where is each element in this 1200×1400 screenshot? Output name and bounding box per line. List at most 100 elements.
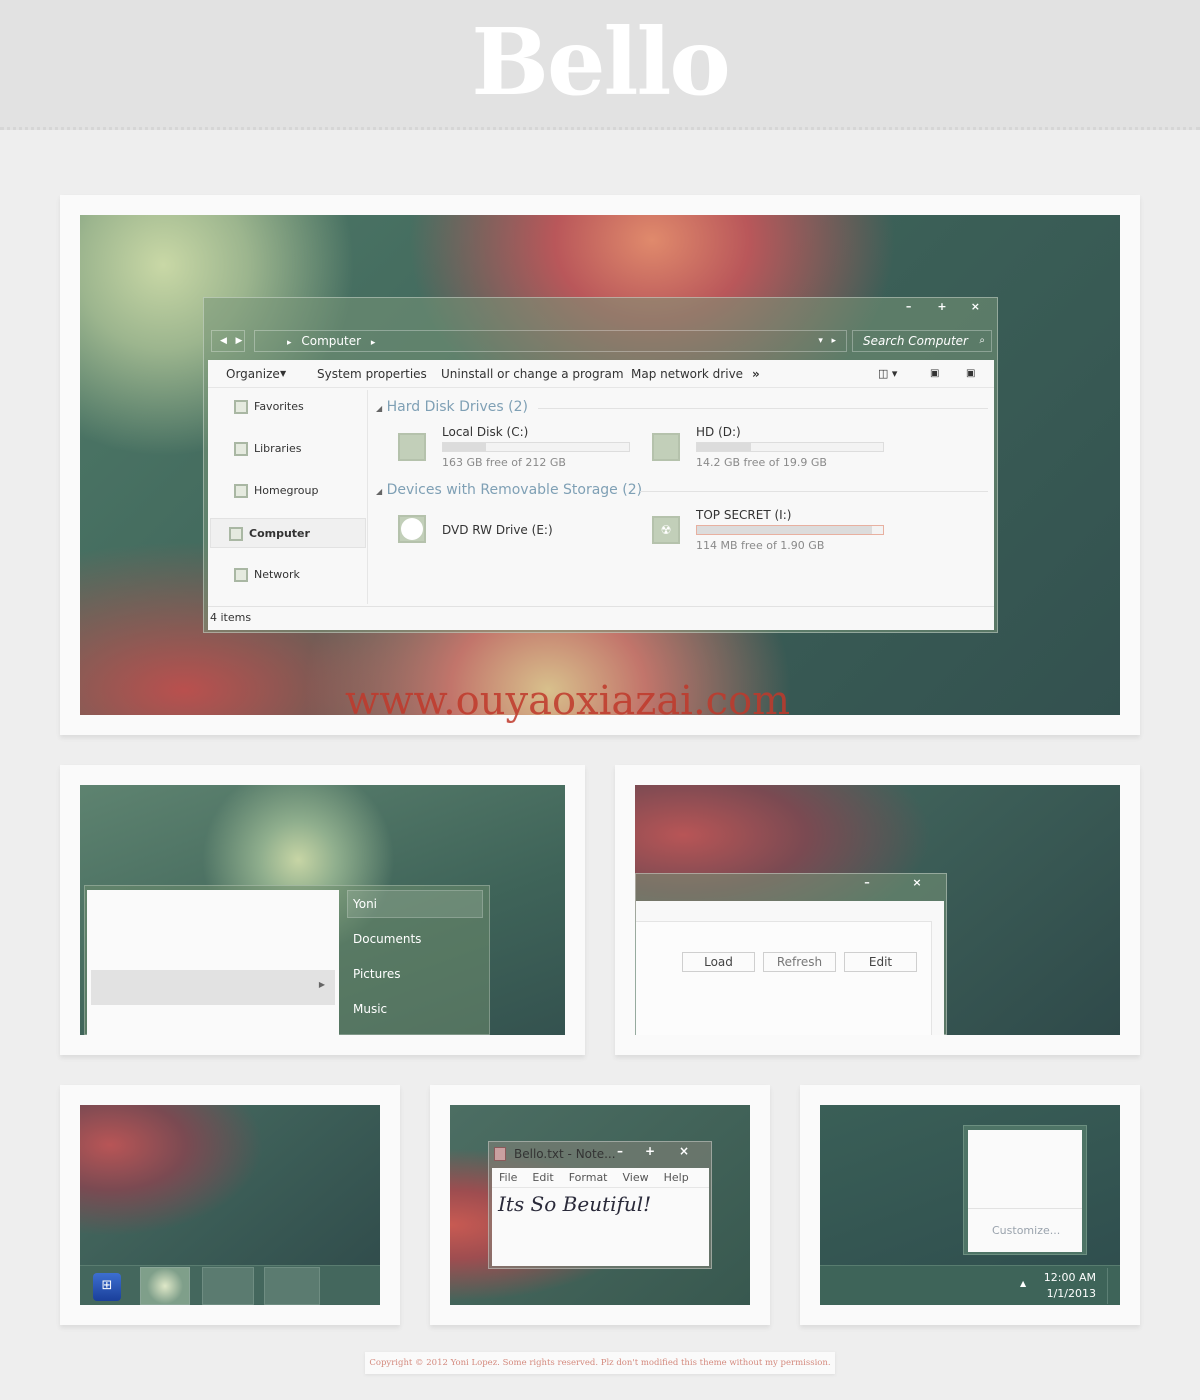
group-header-removable[interactable]: ◢ Devices with Removable Storage (2) <box>376 482 642 498</box>
load-button[interactable]: Load <box>682 952 755 972</box>
menu-bar: File Edit Format View Help <box>492 1168 709 1188</box>
search-icon: ⌕ <box>979 335 985 346</box>
start-item-documents[interactable]: Documents <box>353 932 421 946</box>
window-title: Bello.txt - Note... <box>514 1147 616 1161</box>
clock-date: 1/1/2013 <box>1046 1287 1096 1300</box>
more-commands-button[interactable]: » <box>752 360 760 388</box>
chevron-right-icon: ▸ <box>287 338 292 348</box>
close-button[interactable]: × <box>679 1144 689 1158</box>
nav-network[interactable]: Network <box>216 560 366 590</box>
drive-d[interactable]: HD (D:) 14.2 GB free of 19.9 GB <box>652 425 892 473</box>
all-programs-item[interactable]: ▶ <box>91 970 335 1005</box>
wallpaper: ⊞ <box>80 1105 380 1305</box>
computer-icon <box>229 527 243 541</box>
refresh-button[interactable]: Refresh <box>763 952 836 972</box>
customize-link[interactable]: Customize... <box>992 1224 1060 1237</box>
radioactive-icon: ☢ <box>652 516 680 544</box>
start-menu: ▶ Yoni Documents Pictures Music <box>84 885 490 1035</box>
menu-file[interactable]: File <box>499 1171 517 1184</box>
show-desktop-divider[interactable] <box>1107 1268 1108 1304</box>
minimize-button[interactable]: – <box>892 300 925 316</box>
menu-edit[interactable]: Edit <box>532 1171 553 1184</box>
navigation-pane: Favorites Libraries Homegroup Computer N… <box>208 390 368 604</box>
library-icon <box>234 442 248 456</box>
start-menu-programs: ▶ <box>87 890 339 1035</box>
hard-disk-icon <box>652 433 680 461</box>
edit-button[interactable]: Edit <box>844 952 917 972</box>
notification-overflow-popup: Customize... <box>963 1125 1087 1255</box>
menu-help[interactable]: Help <box>664 1171 689 1184</box>
back-forward-buttons[interactable]: ◀ ▶ <box>211 330 245 352</box>
breadcrumb-computer[interactable]: Computer <box>301 334 361 348</box>
nav-label: Favorites <box>254 400 304 413</box>
menu-view[interactable]: View <box>623 1171 649 1184</box>
notepad-window: Bello.txt - Note... – + × File Edit Form… <box>488 1141 712 1269</box>
explorer-body: Organize ▼ System properties Uninstall or… <box>208 360 994 630</box>
preview-pane-icon[interactable]: ▣ <box>930 360 939 388</box>
drive-e[interactable]: DVD RW Drive (E:) <box>398 510 628 550</box>
map-network-drive-button[interactable]: Map network drive <box>631 360 743 388</box>
chevron-right-icon: ▶ <box>318 980 325 989</box>
maximize-button[interactable]: + <box>645 1144 655 1158</box>
start-item-music[interactable]: Music <box>353 1002 387 1016</box>
taskbar: ▲ 12:00 AM 1/1/2013 <box>820 1265 1120 1305</box>
drive-usage-bar <box>696 525 884 535</box>
wallpaper: – × Load Refresh Edit <box>635 785 1120 1035</box>
group-header-hard-disks[interactable]: ◢ Hard Disk Drives (2) <box>376 399 528 415</box>
drive-usage-bar <box>696 442 884 452</box>
drive-info: 114 MB free of 1.90 GB <box>696 539 825 552</box>
drive-i[interactable]: ☢ TOP SECRET (I:) 114 MB free of 1.90 GB <box>652 508 892 556</box>
help-icon[interactable]: ▣ <box>966 360 975 388</box>
show-hidden-icons-arrow[interactable]: ▲ <box>1020 1279 1026 1288</box>
nav-libraries[interactable]: Libraries <box>216 434 366 464</box>
system-properties-button[interactable]: System properties <box>317 360 427 388</box>
close-button[interactable]: × <box>959 300 992 316</box>
drive-c[interactable]: Local Disk (C:) 163 GB free of 212 GB <box>398 425 630 473</box>
clock-time: 12:00 AM <box>1043 1271 1096 1284</box>
close-button[interactable]: × <box>892 876 942 892</box>
chevron-down-icon: ▼ <box>280 369 287 378</box>
start-button-windows-icon[interactable]: ⊞ <box>93 1273 121 1301</box>
network-icon <box>234 568 248 582</box>
copyright: Copyright © 2012 Yoni Lopez. Some rights… <box>365 1352 835 1374</box>
uninstall-button[interactable]: Uninstall or change a program <box>441 360 624 388</box>
nav-favorites[interactable]: Favorites <box>216 392 366 422</box>
menu-format[interactable]: Format <box>569 1171 608 1184</box>
wallpaper: Bello.txt - Note... – + × File Edit Form… <box>450 1105 750 1305</box>
maximize-button[interactable]: + <box>925 300 958 316</box>
minimize-button[interactable]: – <box>617 1144 623 1158</box>
nav-label: Computer <box>249 527 310 540</box>
dialog-body: Load Refresh Edit <box>636 901 944 1035</box>
taskbar-button[interactable] <box>264 1267 320 1305</box>
group-title: Devices with Removable Storage (2) <box>386 482 643 498</box>
nav-computer[interactable]: Computer <box>210 518 366 548</box>
drive-name: HD (D:) <box>696 425 741 439</box>
command-bar: Organize ▼ System properties Uninstall or… <box>208 360 994 388</box>
drive-info: 163 GB free of 212 GB <box>442 456 566 469</box>
view-options-icon[interactable]: ◫ ▾ <box>878 360 897 388</box>
start-item-user[interactable]: Yoni <box>353 897 377 911</box>
dialog-window: – × Load Refresh Edit <box>635 873 947 1035</box>
nav-label: Libraries <box>254 442 302 455</box>
address-dropdown-icon[interactable]: ▾ ▸ <box>818 331 836 351</box>
group-title: Hard Disk Drives (2) <box>386 399 528 415</box>
start-item-pictures[interactable]: Pictures <box>353 967 401 981</box>
nav-homegroup[interactable]: Homegroup <box>216 476 366 506</box>
wallpaper: Customize... ▲ 12:00 AM 1/1/2013 <box>820 1105 1120 1305</box>
star-icon <box>234 400 248 414</box>
clock[interactable]: 12:00 AM 1/1/2013 <box>1040 1270 1096 1302</box>
drive-name: Local Disk (C:) <box>442 425 529 439</box>
notepad-icon <box>494 1147 506 1161</box>
watermark: www.ouyaoxiazai.com <box>345 678 791 724</box>
search-placeholder: Search Computer <box>863 334 968 348</box>
taskbar-button-active[interactable] <box>140 1267 190 1305</box>
text-area[interactable]: Its So Beutiful! <box>492 1188 709 1220</box>
drive-name: TOP SECRET (I:) <box>696 508 792 522</box>
minimize-button[interactable]: – <box>842 876 892 892</box>
address-bar[interactable]: ▸ Computer ▸ ▾ ▸ <box>254 330 847 352</box>
search-input[interactable]: Search Computer ⌕ <box>852 330 992 352</box>
taskbar-button[interactable] <box>202 1267 254 1305</box>
organize-menu[interactable]: Organize <box>226 360 280 388</box>
popup-body: Customize... <box>968 1130 1082 1252</box>
explorer-window: – + × ◀ ▶ ▸ Computer ▸ ▾ ▸ Search Comput… <box>203 297 998 633</box>
